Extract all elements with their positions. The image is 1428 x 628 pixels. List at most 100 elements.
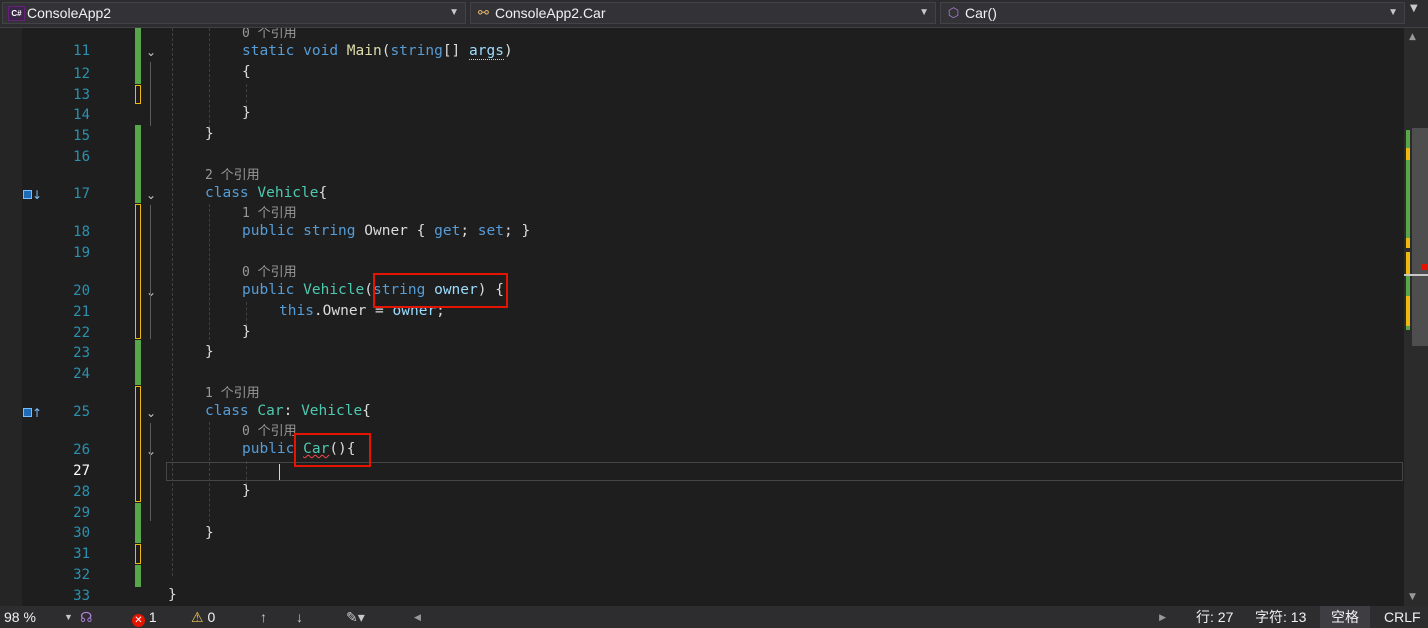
highlight-box-constructor-params — [373, 273, 508, 308]
scrollbar-thumb[interactable] — [1412, 128, 1428, 346]
line-number: 32 — [73, 567, 90, 583]
unsaved-change-marker — [135, 204, 141, 339]
unsaved-change-marker — [135, 85, 141, 104]
project-name: ConsoleApp2 — [27, 5, 112, 21]
scroll-left-icon[interactable]: ◀ — [414, 606, 421, 628]
line-number: 33 — [73, 588, 90, 604]
line-number: 21 — [73, 304, 90, 320]
line-indicator[interactable]: 行: 27 — [1196, 606, 1233, 628]
error-count-button[interactable]: ✕ 1 — [132, 606, 157, 628]
csharp-project-icon: C# — [8, 6, 25, 21]
collapse-icon[interactable]: ⌄ — [145, 286, 157, 298]
change-overview-mark — [1406, 252, 1410, 274]
saved-change-marker — [135, 565, 141, 587]
line-number: 16 — [73, 149, 90, 165]
error-overview-mark — [1421, 264, 1427, 270]
inheritance-icon — [23, 408, 32, 417]
code-editor[interactable]: 11 12 13 14 15 16 17 18 19 20 21 22 23 2… — [0, 28, 1404, 606]
fold-line — [150, 62, 151, 126]
fold-line — [150, 205, 151, 339]
code-line: 19 — [0, 244, 1404, 263]
code-cleanup-icon[interactable]: ✎▾ — [346, 606, 365, 628]
collapse-icon[interactable]: ⌄ — [145, 445, 157, 457]
warning-count: 0 — [207, 609, 216, 625]
code-line: 32 — [0, 566, 1404, 585]
reference-codelens[interactable]: 1 个引用 — [205, 386, 260, 402]
line-number: 29 — [73, 505, 90, 521]
scroll-up-icon[interactable]: ▲ — [1409, 32, 1416, 42]
code-line: 14 — [0, 106, 1404, 125]
vertical-scrollbar[interactable]: ▲ ▼ — [1404, 28, 1428, 606]
line-ending-indicator[interactable]: CRLF — [1384, 606, 1421, 628]
unsaved-change-marker — [135, 544, 141, 564]
code-text: } — [205, 525, 214, 541]
code-line: 12 — [0, 65, 1404, 84]
type-dropdown[interactable]: ⚯ ConsoleApp2.Car ▼ — [470, 2, 936, 24]
code-text: } — [205, 126, 214, 142]
split-icon[interactable]: ▼ — [1410, 3, 1418, 14]
zoom-level[interactable]: 98 % — [4, 606, 36, 628]
indent-guide — [209, 28, 210, 128]
reference-codelens[interactable]: 2 个引用 — [205, 168, 260, 184]
code-line: 21 — [0, 303, 1404, 322]
saved-change-marker — [135, 125, 141, 203]
error-count: 1 — [148, 609, 157, 625]
code-line: 11 — [0, 42, 1404, 61]
code-line: 26 — [0, 441, 1404, 460]
line-number: 12 — [73, 66, 90, 82]
member-dropdown[interactable]: ⬡ Car() ▼ — [940, 2, 1405, 24]
change-overview-mark — [1406, 274, 1410, 296]
change-overview-mark — [1406, 296, 1410, 326]
collapse-icon[interactable]: ⌄ — [145, 407, 157, 419]
inherits-from-glyph[interactable]: ↑ — [23, 406, 43, 420]
code-line: 18 — [0, 223, 1404, 242]
reference-codelens[interactable]: 0 个引用 — [242, 28, 297, 42]
code-line: 31 — [0, 545, 1404, 564]
unsaved-change-marker — [135, 386, 141, 502]
code-line: 24 — [0, 365, 1404, 384]
code-line: 22 — [0, 324, 1404, 343]
line-number: 28 — [73, 484, 90, 500]
project-dropdown[interactable]: C# ConsoleApp2 ▼ — [2, 2, 466, 24]
line-number: 13 — [73, 87, 90, 103]
previous-issue-icon[interactable]: ↑ — [260, 606, 267, 628]
warning-count-button[interactable]: ⚠ 0 — [191, 606, 215, 628]
code-text: public string Owner { get; set; } — [242, 223, 531, 239]
scroll-right-icon[interactable]: ▶ — [1159, 606, 1166, 628]
implemented-by-glyph[interactable]: ↓ — [23, 188, 43, 202]
change-overview-mark — [1406, 326, 1410, 330]
code-text: } — [242, 483, 251, 499]
reference-codelens[interactable]: 0 个引用 — [242, 424, 297, 440]
code-text: class Car: Vehicle{ — [205, 403, 371, 419]
line-number: 31 — [73, 546, 90, 562]
line-number: 20 — [73, 283, 90, 299]
indent-guide — [172, 28, 173, 576]
code-line: 20 — [0, 282, 1404, 301]
collapse-icon[interactable]: ⌄ — [145, 46, 157, 58]
inheritance-icon — [23, 190, 32, 199]
change-overview-mark — [1406, 160, 1410, 238]
chevron-down-icon: ▼ — [919, 7, 929, 18]
char-indicator[interactable]: 字符: 13 — [1255, 606, 1306, 628]
chevron-down-icon[interactable]: ▼ — [64, 606, 73, 628]
code-text: { — [242, 64, 251, 80]
spacing-indicator[interactable]: 空格 — [1320, 606, 1370, 628]
reference-codelens[interactable]: 0 个引用 — [242, 265, 297, 281]
line-number: 18 — [73, 224, 90, 240]
code-text: class Vehicle{ — [205, 185, 328, 201]
warning-icon: ⚠ — [191, 609, 204, 625]
collapse-icon[interactable]: ⌄ — [145, 189, 157, 201]
line-number: 17 — [73, 186, 90, 202]
line-number: 27 — [73, 463, 90, 479]
line-number: 14 — [73, 107, 90, 123]
next-issue-icon[interactable]: ↓ — [296, 606, 303, 628]
line-number: 11 — [73, 43, 90, 59]
reference-codelens[interactable]: 1 个引用 — [242, 206, 297, 222]
horizontal-scrollbar[interactable]: ◀ ▶ — [410, 609, 1170, 625]
code-line: 13 — [0, 86, 1404, 105]
type-name: ConsoleApp2.Car — [495, 5, 606, 21]
change-overview-mark — [1406, 130, 1410, 148]
scroll-down-icon[interactable]: ▼ — [1409, 592, 1416, 602]
health-icon[interactable]: ☊ — [80, 606, 92, 628]
code-text: } — [242, 105, 251, 121]
